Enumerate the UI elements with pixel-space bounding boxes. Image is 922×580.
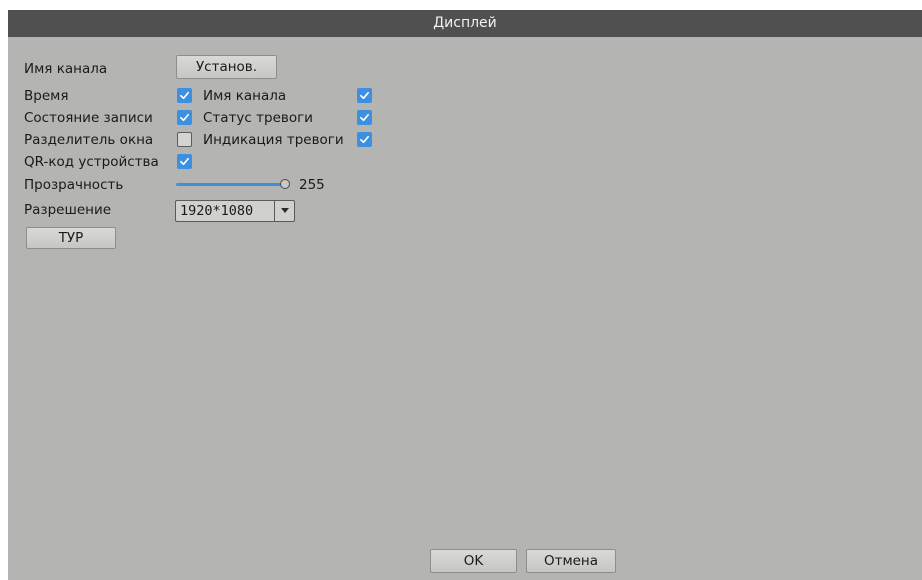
transparency-label: Прозрачность: [24, 177, 124, 193]
qr-code-label: QR-код устройства: [24, 154, 159, 170]
slider-knob[interactable]: [280, 179, 290, 189]
tour-button[interactable]: ТУР: [26, 227, 116, 249]
display-settings-window: Дисплей Имя канала Установ. Время Имя ка…: [8, 10, 922, 580]
transparency-slider[interactable]: [176, 178, 292, 192]
alarm-indication-checkbox[interactable]: [357, 132, 372, 147]
check-icon: [360, 113, 369, 122]
record-status-checkbox[interactable]: [177, 110, 192, 125]
qr-code-checkbox[interactable]: [177, 154, 192, 169]
cancel-button[interactable]: Отмена: [526, 549, 616, 573]
alarm-status-checkbox[interactable]: [357, 110, 372, 125]
time-checkbox[interactable]: [177, 88, 192, 103]
channel-name-display-label: Имя канала: [203, 88, 287, 104]
record-status-label: Состояние записи: [24, 110, 153, 126]
resolution-label: Разрешение: [24, 202, 112, 218]
slider-track: [176, 183, 284, 186]
window-title: Дисплей: [8, 10, 922, 37]
check-icon: [180, 91, 189, 100]
transparency-value: 255: [299, 177, 325, 193]
check-icon: [360, 91, 369, 100]
check-icon: [180, 157, 189, 166]
channel-name-label: Имя канала: [24, 61, 108, 77]
channel-name-display-checkbox[interactable]: [357, 88, 372, 103]
alarm-status-label: Статус тревоги: [203, 110, 313, 126]
resolution-value: 1920*1080: [180, 203, 254, 219]
window-divider-checkbox[interactable]: [177, 132, 192, 147]
ok-button[interactable]: OK: [430, 549, 517, 573]
window-divider-label: Разделитель окна: [24, 132, 154, 148]
chevron-down-icon: [274, 201, 294, 221]
check-icon: [180, 113, 189, 122]
alarm-indication-label: Индикация тревоги: [203, 132, 344, 148]
channel-name-set-button[interactable]: Установ.: [176, 55, 277, 79]
resolution-select[interactable]: 1920*1080: [175, 200, 295, 222]
check-icon: [360, 135, 369, 144]
time-label: Время: [24, 88, 69, 104]
